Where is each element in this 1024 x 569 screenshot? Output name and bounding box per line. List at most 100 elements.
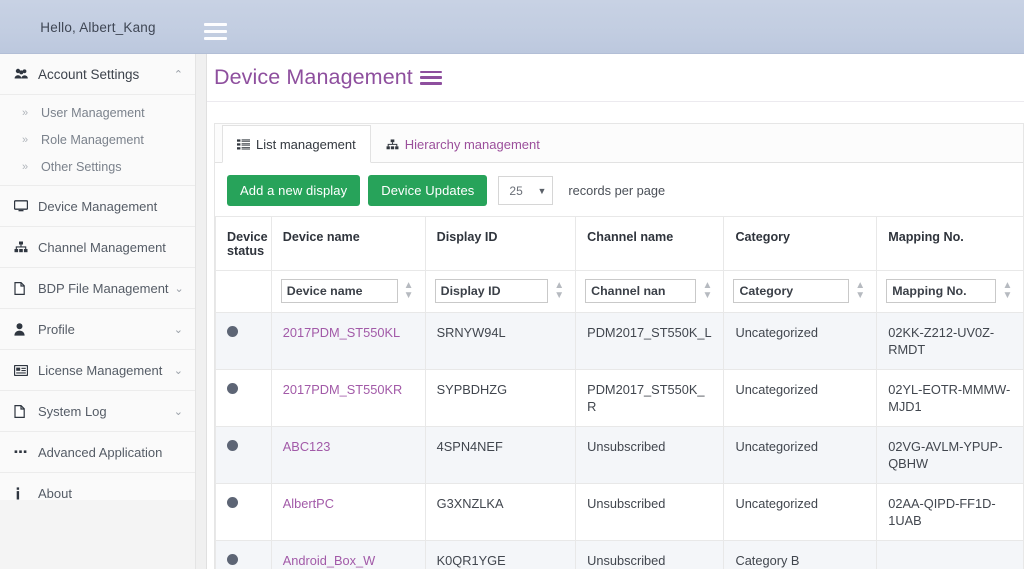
app-root: Hello, Albert_Kang Account Settings ⌃ » … [0, 0, 1024, 569]
tab-list-management[interactable]: List management [222, 125, 371, 163]
device-table-wrapper: Device status Device name Display ID Cha… [215, 216, 1024, 569]
filter-cell-display-id: ▲▼ [424, 270, 577, 313]
add-new-display-button[interactable]: Add a new display [227, 175, 361, 206]
page-header: Device Management [207, 54, 1024, 102]
cell-category: Uncategorized [723, 426, 878, 484]
cell-mapping-no: 02VG-AVLM-YPUP-QBHW [876, 426, 1024, 484]
device-name-link[interactable]: ABC123 [283, 439, 331, 454]
sidebar-scroll-gutter[interactable] [196, 54, 207, 569]
sidebar-item-label: System Log [38, 403, 107, 419]
sort-toggle-display-id[interactable]: ▲ ▼ [552, 281, 566, 301]
sidebar-item-system-log[interactable]: System Log ⌄ [0, 391, 195, 432]
status-dot-icon [227, 383, 238, 394]
filter-input-channel-name[interactable] [585, 279, 697, 303]
filter-input-mapping-no[interactable] [886, 279, 997, 303]
table-row[interactable]: AlbertPC G3XNZLKA Unsubscribed Uncategor… [215, 483, 1024, 541]
tab-hierarchy-management[interactable]: Hierarchy management [371, 125, 555, 163]
sidebar-item-device-management[interactable]: Device Management [0, 186, 195, 227]
column-header-mapping-no[interactable]: Mapping No. [876, 216, 1024, 271]
monitor-icon [14, 200, 35, 212]
sitemap-icon [386, 139, 399, 150]
device-updates-button[interactable]: Device Updates [368, 175, 488, 206]
tab-label: Hierarchy management [404, 137, 540, 152]
file-icon [14, 404, 35, 418]
sort-toggle-device-name[interactable]: ▲ ▼ [402, 281, 416, 301]
cell-channel-name: Unsubscribed [575, 426, 725, 484]
filter-cell-channel-name: ▲▼ [575, 270, 725, 313]
content-card: List management Hierarchy management Add… [214, 123, 1024, 569]
cell-category: Uncategorized [723, 483, 878, 541]
sidebar-item-other-settings[interactable]: » Other Settings [0, 153, 195, 180]
filter-input-display-id[interactable] [434, 279, 549, 303]
sidebar-item-account-settings[interactable]: Account Settings ⌃ [0, 54, 195, 95]
table-row[interactable]: 2017PDM_ST550KL SRNYW94L PDM2017_ST550K_… [215, 312, 1024, 370]
sidebar-item-label: Profile [38, 321, 75, 337]
records-per-page-select[interactable]: 25 ▼ [498, 176, 554, 205]
sidebar-item-profile[interactable]: Profile ⌄ [0, 309, 195, 350]
sidebar-item-label: Channel Management [38, 239, 166, 255]
hamburger-icon[interactable] [419, 70, 442, 85]
table-filter-row: ▲▼ ▲▼ [215, 270, 1024, 313]
cell-device-name: 2017PDM_ST550KL [270, 312, 426, 370]
status-dot-icon [227, 326, 238, 337]
table-row[interactable]: Android_Box_W K0QR1YGE Unsubscribed Cate… [215, 540, 1024, 569]
device-name-link[interactable]: 2017PDM_ST550KL [283, 325, 400, 340]
person-icon [14, 322, 35, 336]
sidebar-item-label: Role Management [41, 132, 144, 147]
cell-display-id: SYPBDHZG [424, 369, 577, 427]
table-row[interactable]: ABC123 4SPN4NEF Unsubscribed Uncategoriz… [215, 426, 1024, 484]
chevron-down-icon: ⌄ [173, 323, 183, 336]
sidebar-item-user-management[interactable]: » User Management [0, 99, 195, 126]
table-row[interactable]: 2017PDM_ST550KR SYPBDHZG PDM2017_ST550K_… [215, 369, 1024, 427]
device-name-link[interactable]: AlbertPC [283, 496, 334, 511]
cell-mapping-no: 02KK-Z212-UV0Z-RMDT [876, 312, 1024, 370]
device-name-link[interactable]: Android_Box_W [283, 553, 375, 568]
top-header-bar: Hello, Albert_Kang [0, 0, 1024, 54]
column-header-channel-name[interactable]: Channel name [575, 216, 725, 271]
device-table: Device status Device name Display ID Cha… [215, 216, 1024, 569]
sort-toggle-channel-name[interactable]: ▲ ▼ [700, 281, 714, 301]
cell-display-id: 4SPN4NEF [424, 426, 577, 484]
column-header-device-status[interactable]: Device status [215, 216, 272, 271]
cell-channel-name: PDM2017_ST550K_R [575, 369, 725, 427]
card-icon [14, 364, 35, 376]
double-chevron-right-icon: » [22, 133, 29, 146]
page-title: Device Management [214, 65, 413, 89]
cell-device-status [215, 369, 272, 427]
sort-toggle-mapping-no[interactable]: ▲ ▼ [1000, 281, 1014, 301]
sidebar-item-advanced-application[interactable]: Advanced Application [0, 432, 195, 473]
sidebar-item-bdp-file-management[interactable]: BDP File Management ⌄ [0, 268, 195, 309]
double-chevron-right-icon: » [22, 106, 29, 119]
column-header-display-id[interactable]: Display ID [424, 216, 577, 271]
chevron-down-icon: ⌄ [174, 282, 184, 295]
cell-category: Uncategorized [723, 312, 878, 370]
sidebar-item-channel-management[interactable]: Channel Management [0, 227, 195, 268]
sidebar-item-role-management[interactable]: » Role Management [0, 126, 195, 153]
chevron-down-icon: ⌄ [173, 364, 183, 377]
sidebar-item-license-management[interactable]: License Management ⌄ [0, 350, 195, 391]
filter-cell-device-status [215, 270, 272, 313]
cell-channel-name: PDM2017_ST550K_L [575, 312, 725, 370]
hamburger-icon[interactable] [204, 23, 227, 40]
cell-display-id: K0QR1YGE [424, 540, 577, 569]
users-icon [14, 68, 35, 80]
device-name-link[interactable]: 2017PDM_ST550KR [283, 382, 403, 397]
column-header-category[interactable]: Category [723, 216, 878, 271]
double-chevron-right-icon: » [22, 160, 29, 173]
cell-channel-name: Unsubscribed [575, 540, 725, 569]
status-dot-icon [227, 554, 238, 565]
cell-device-name: 2017PDM_ST550KR [270, 369, 426, 427]
sidebar-item-label: User Management [41, 105, 145, 120]
filter-input-device-name[interactable] [280, 279, 398, 303]
filter-cell-mapping-no: ▲▼ [876, 270, 1024, 313]
sort-toggle-category[interactable]: ▲ ▼ [853, 281, 867, 301]
sidebar-item-label: Advanced Application [38, 444, 163, 460]
filter-input-category[interactable] [733, 279, 850, 303]
sidebar-item-label: Account Settings [38, 66, 140, 82]
main-content: Device Management List management Hierar… [207, 54, 1024, 569]
cell-device-name: ABC123 [270, 426, 426, 484]
cell-mapping-no [876, 540, 1024, 569]
column-header-device-name[interactable]: Device name [270, 216, 426, 271]
sidebar-item-label: About [38, 485, 72, 501]
user-greeting: Hello, Albert_Kang [40, 19, 156, 35]
